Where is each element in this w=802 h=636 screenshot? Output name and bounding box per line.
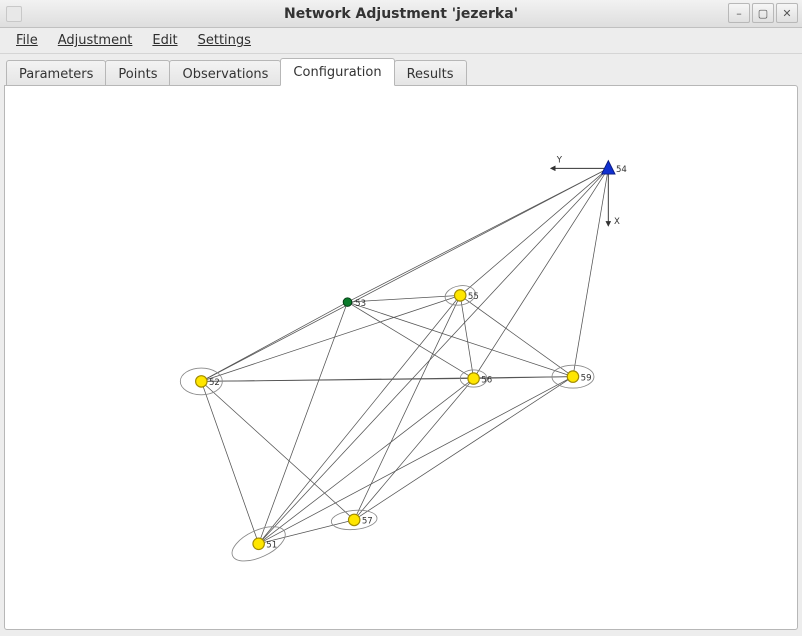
node-label: 56 (481, 375, 492, 385)
network-edge (354, 377, 573, 520)
window-title: Network Adjustment 'jezerka' (284, 6, 518, 22)
titlebar: Network Adjustment 'jezerka' – ▢ ✕ (0, 0, 802, 28)
node-measured-icon (468, 373, 479, 384)
node-label: 54 (616, 165, 627, 175)
menu-bar: File Adjustment Edit Settings (0, 28, 802, 54)
network-edge (259, 377, 573, 544)
tab-configuration[interactable]: Configuration (280, 58, 394, 86)
node-fixed-icon (343, 298, 352, 307)
tab-results[interactable]: Results (394, 60, 467, 87)
node-label: 51 (266, 541, 277, 551)
node-label: 59 (581, 373, 592, 383)
network-edge (460, 295, 573, 376)
network-edge (259, 302, 348, 544)
network-edge (348, 302, 474, 378)
network-edge (460, 295, 473, 378)
network-edge (201, 168, 608, 381)
node-label: 52 (209, 378, 220, 388)
network-edge (348, 302, 573, 377)
window-controls: – ▢ ✕ (728, 3, 798, 23)
node-measured-icon (567, 371, 578, 382)
minimize-button[interactable]: – (728, 3, 750, 23)
network-edge (348, 168, 609, 302)
maximize-button[interactable]: ▢ (752, 3, 774, 23)
client-area: Parameters Points Observations Configura… (0, 54, 802, 636)
node-label: 55 (468, 292, 479, 302)
node-label: 57 (362, 517, 373, 527)
app-window: Network Adjustment 'jezerka' – ▢ ✕ File … (0, 0, 802, 636)
node-reference-icon (602, 161, 615, 174)
network-canvas[interactable]: Y X 51 52 53 54 55 56 57 59 (9, 90, 793, 625)
axis-x-label: X (614, 217, 620, 227)
tab-page-configuration: Y X 51 52 53 54 55 56 57 59 (4, 85, 798, 630)
node-label: 53 (355, 299, 366, 309)
tab-parameters[interactable]: Parameters (6, 60, 106, 87)
menu-adjustment[interactable]: Adjustment (48, 29, 143, 52)
network-edge (573, 168, 608, 376)
app-icon (6, 6, 22, 22)
network-edge (259, 295, 461, 543)
tab-points[interactable]: Points (105, 60, 170, 87)
menu-file[interactable]: File (6, 29, 48, 52)
close-button[interactable]: ✕ (776, 3, 798, 23)
node-measured-icon (455, 290, 466, 301)
network-edge (201, 381, 354, 520)
network-edge (460, 168, 608, 295)
menu-edit[interactable]: Edit (142, 29, 187, 52)
node-measured-icon (196, 376, 207, 387)
network-svg: Y X 51 52 53 54 55 56 57 59 (9, 90, 793, 625)
network-edge (201, 381, 258, 543)
node-measured-icon (348, 514, 359, 525)
tab-observations[interactable]: Observations (169, 60, 281, 87)
axis-y-label: Y (556, 156, 563, 166)
tab-bar: Parameters Points Observations Configura… (4, 58, 798, 86)
network-edge (354, 295, 460, 520)
menu-settings[interactable]: Settings (188, 29, 261, 52)
node-measured-icon (253, 538, 264, 549)
network-edge (354, 379, 473, 520)
network-edge (474, 168, 609, 378)
network-edge (259, 168, 609, 543)
